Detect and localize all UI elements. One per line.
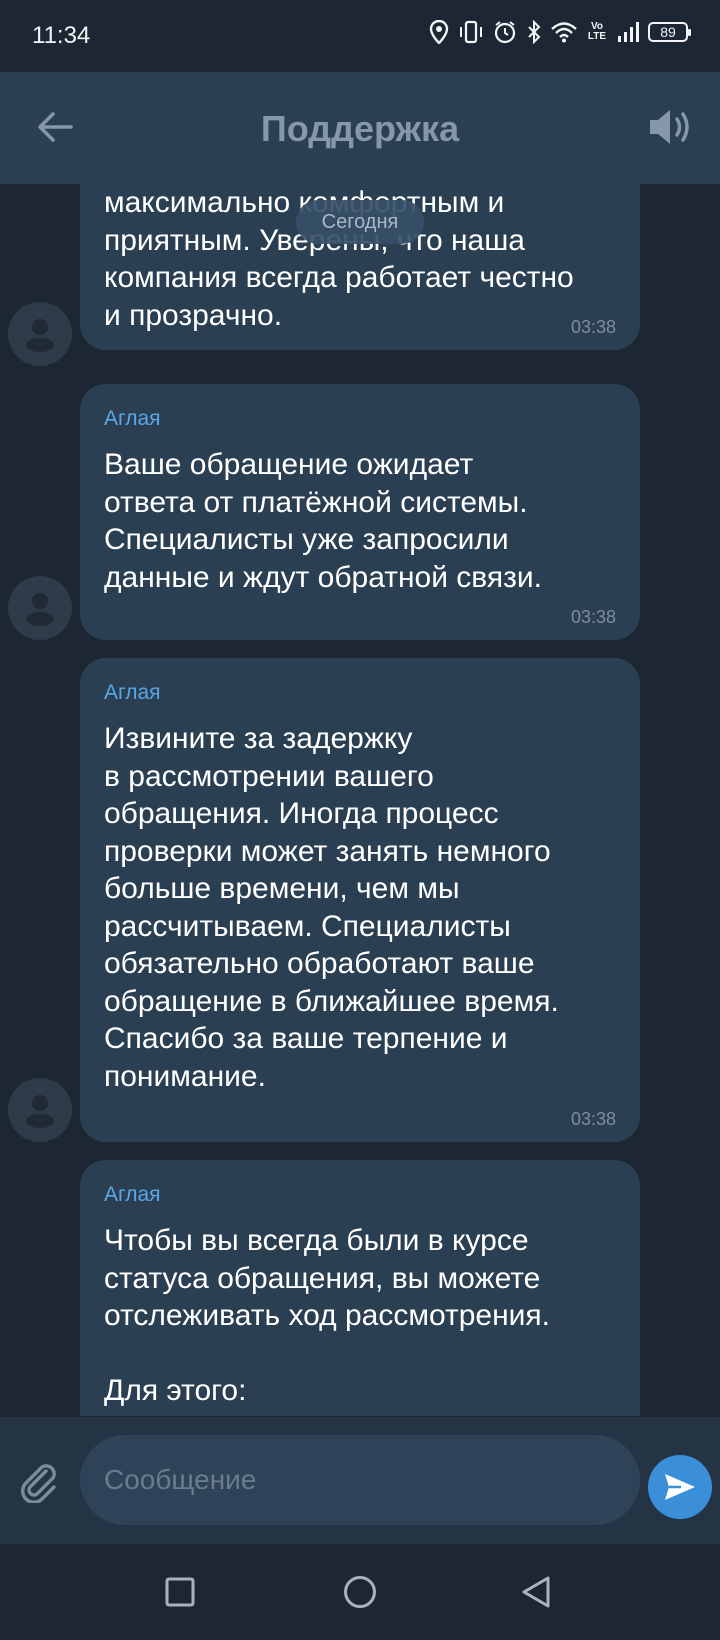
avatar[interactable] <box>8 1078 72 1142</box>
message-text: Ваше обращение ожидает ответа от платёжн… <box>104 448 543 594</box>
message-sender: Аглая <box>104 407 161 430</box>
circle-icon <box>344 1576 376 1608</box>
avatar[interactable] <box>8 302 72 366</box>
back-nav-button[interactable] <box>514 1570 558 1614</box>
sound-button[interactable] <box>644 102 698 152</box>
status-bar: 11:34 Vo LTE 89 <box>0 0 720 72</box>
wifi-icon <box>551 22 577 43</box>
person-icon <box>26 319 54 352</box>
send-button[interactable] <box>648 1455 712 1519</box>
speaker-icon <box>650 110 689 144</box>
triangle-back-icon <box>522 1576 550 1608</box>
avatar[interactable] <box>8 576 72 640</box>
attach-button[interactable] <box>14 1457 62 1505</box>
page-title: Поддержка <box>260 108 460 149</box>
message-bubble[interactable]: Аглая Извините за задержку в рассмотрени… <box>80 658 640 1142</box>
bluetooth-icon <box>528 20 541 44</box>
recents-button[interactable] <box>158 1570 202 1614</box>
signal-icon <box>618 22 639 42</box>
paperclip-icon <box>21 1464 56 1503</box>
message-time: 03:38 <box>570 607 616 627</box>
send-icon <box>665 1474 695 1500</box>
alarm-icon <box>494 21 516 44</box>
message-text: Извините за задержку в рассмотрении ваше… <box>104 722 559 1093</box>
location-icon <box>429 20 449 44</box>
date-separator: Сегодня <box>296 200 424 244</box>
person-icon <box>26 593 54 626</box>
message-bubble[interactable]: Аглая Чтобы вы всегда были в курсе стату… <box>80 1160 640 1416</box>
chat-header: Поддержка <box>0 72 720 184</box>
battery-level: 89 <box>660 24 676 40</box>
square-icon <box>165 1577 195 1607</box>
home-button[interactable] <box>338 1570 382 1614</box>
message-input-placeholder: Сообщение <box>104 1464 257 1495</box>
composer: Сообщение <box>0 1416 720 1544</box>
battery-icon: 89 <box>648 22 691 42</box>
message-text: Чтобы вы всегда были в курсе статуса обр… <box>104 1224 551 1407</box>
message-time: 03:38 <box>570 1109 616 1129</box>
status-icons: Vo LTE 89 <box>429 20 691 44</box>
message-input[interactable]: Сообщение <box>80 1435 640 1525</box>
message-sender: Аглая <box>104 681 161 704</box>
person-icon <box>26 1095 54 1128</box>
volte-indicator: Vo LTE <box>587 21 607 42</box>
message-list[interactable]: максимально комфортным и приятным. Увере… <box>0 184 720 1416</box>
message-bubble[interactable]: Аглая Ваше обращение ожидает ответа от п… <box>80 384 640 640</box>
message-sender: Аглая <box>104 1183 161 1206</box>
status-time: 11:34 <box>32 22 91 49</box>
vibrate-icon <box>460 20 482 44</box>
system-nav-bar <box>0 1544 720 1640</box>
message-time: 03:38 <box>570 317 616 337</box>
